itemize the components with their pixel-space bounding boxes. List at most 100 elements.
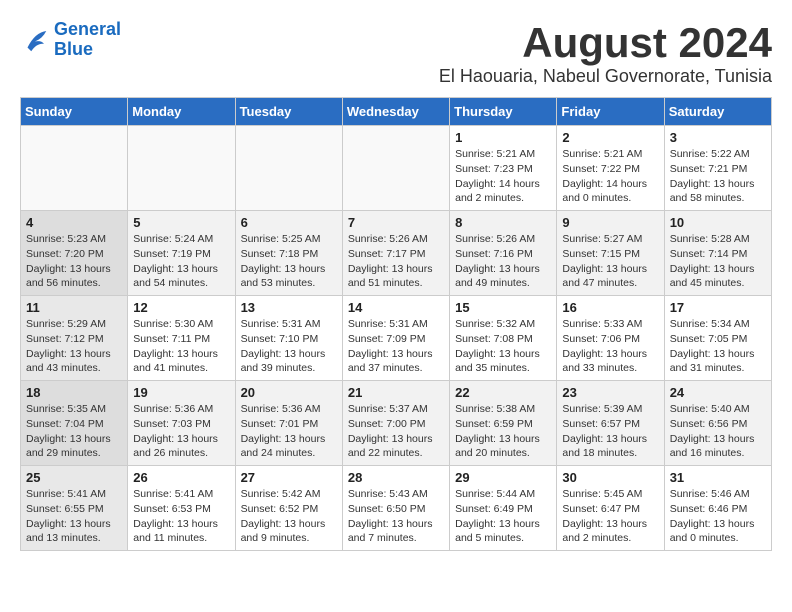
day-number: 26 (133, 470, 229, 485)
calendar-day-cell: 7 Sunrise: 5:26 AM Sunset: 7:17 PM Daylig… (342, 211, 449, 296)
day-content: Sunrise: 5:43 AM Sunset: 6:50 PM Dayligh… (348, 487, 444, 546)
calendar-day-header: Sunday (21, 98, 128, 126)
day-number: 30 (562, 470, 658, 485)
day-content: Sunrise: 5:46 AM Sunset: 6:46 PM Dayligh… (670, 487, 766, 546)
day-number: 15 (455, 300, 551, 315)
day-content: Sunrise: 5:26 AM Sunset: 7:17 PM Dayligh… (348, 232, 444, 291)
day-content: Sunrise: 5:39 AM Sunset: 6:57 PM Dayligh… (562, 402, 658, 461)
calendar-day-cell: 31 Sunrise: 5:46 AM Sunset: 6:46 PM Dayli… (664, 466, 771, 551)
day-content: Sunrise: 5:42 AM Sunset: 6:52 PM Dayligh… (241, 487, 337, 546)
calendar-header-row: SundayMondayTuesdayWednesdayThursdayFrid… (21, 98, 772, 126)
day-number: 20 (241, 385, 337, 400)
day-content: Sunrise: 5:36 AM Sunset: 7:03 PM Dayligh… (133, 402, 229, 461)
day-content: Sunrise: 5:33 AM Sunset: 7:06 PM Dayligh… (562, 317, 658, 376)
subtitle: El Haouaria, Nabeul Governorate, Tunisia (439, 66, 772, 87)
calendar-day-cell: 22 Sunrise: 5:38 AM Sunset: 6:59 PM Dayli… (450, 381, 557, 466)
day-number: 21 (348, 385, 444, 400)
day-content: Sunrise: 5:37 AM Sunset: 7:00 PM Dayligh… (348, 402, 444, 461)
day-number: 27 (241, 470, 337, 485)
day-number: 6 (241, 215, 337, 230)
day-number: 13 (241, 300, 337, 315)
calendar-day-cell: 28 Sunrise: 5:43 AM Sunset: 6:50 PM Dayli… (342, 466, 449, 551)
day-content: Sunrise: 5:34 AM Sunset: 7:05 PM Dayligh… (670, 317, 766, 376)
calendar-day-cell: 11 Sunrise: 5:29 AM Sunset: 7:12 PM Dayli… (21, 296, 128, 381)
calendar-day-cell (235, 126, 342, 211)
day-number: 31 (670, 470, 766, 485)
calendar-day-cell: 9Sunrise: 5:27 AM Sunset: 7:15 PM Daylig… (557, 211, 664, 296)
day-content: Sunrise: 5:27 AM Sunset: 7:15 PM Dayligh… (562, 232, 658, 291)
day-content: Sunrise: 5:40 AM Sunset: 6:56 PM Dayligh… (670, 402, 766, 461)
day-number: 24 (670, 385, 766, 400)
day-content: Sunrise: 5:44 AM Sunset: 6:49 PM Dayligh… (455, 487, 551, 546)
title-block: August 2024 El Haouaria, Nabeul Governor… (439, 20, 772, 87)
main-title: August 2024 (439, 20, 772, 66)
calendar-day-cell: 30 Sunrise: 5:45 AM Sunset: 6:47 PM Dayli… (557, 466, 664, 551)
day-number: 28 (348, 470, 444, 485)
day-content: Sunrise: 5:41 AM Sunset: 6:55 PM Dayligh… (26, 487, 122, 546)
day-number: 14 (348, 300, 444, 315)
calendar-day-cell: 23 Sunrise: 5:39 AM Sunset: 6:57 PM Dayli… (557, 381, 664, 466)
calendar-day-cell: 18 Sunrise: 5:35 AM Sunset: 7:04 PM Dayli… (21, 381, 128, 466)
calendar-day-cell: 15Sunrise: 5:32 AM Sunset: 7:08 PM Dayli… (450, 296, 557, 381)
day-content: Sunrise: 5:30 AM Sunset: 7:11 PM Dayligh… (133, 317, 229, 376)
calendar-day-cell: 6Sunrise: 5:25 AM Sunset: 7:18 PM Daylig… (235, 211, 342, 296)
day-number: 7 (348, 215, 444, 230)
day-content: Sunrise: 5:26 AM Sunset: 7:16 PM Dayligh… (455, 232, 551, 291)
day-number: 25 (26, 470, 122, 485)
calendar-day-cell: 27 Sunrise: 5:42 AM Sunset: 6:52 PM Dayli… (235, 466, 342, 551)
day-number: 4 (26, 215, 122, 230)
logo-text: General Blue (54, 20, 121, 60)
calendar-day-cell: 12 Sunrise: 5:30 AM Sunset: 7:11 PM Dayli… (128, 296, 235, 381)
calendar-day-header: Friday (557, 98, 664, 126)
day-number: 22 (455, 385, 551, 400)
calendar-day-cell: 21 Sunrise: 5:37 AM Sunset: 7:00 PM Dayli… (342, 381, 449, 466)
day-number: 19 (133, 385, 229, 400)
logo: General Blue (20, 20, 121, 60)
day-number: 10 (670, 215, 766, 230)
calendar-week-row: 4 Sunrise: 5:23 AM Sunset: 7:20 PM Daylig… (21, 211, 772, 296)
day-content: Sunrise: 5:41 AM Sunset: 6:53 PM Dayligh… (133, 487, 229, 546)
calendar-day-cell (342, 126, 449, 211)
day-content: Sunrise: 5:24 AM Sunset: 7:19 PM Dayligh… (133, 232, 229, 291)
day-number: 2 (562, 130, 658, 145)
calendar-day-cell: 26 Sunrise: 5:41 AM Sunset: 6:53 PM Dayli… (128, 466, 235, 551)
page-header: General Blue August 2024 El Haouaria, Na… (20, 20, 772, 87)
day-number: 18 (26, 385, 122, 400)
day-content: Sunrise: 5:21 AM Sunset: 7:23 PM Dayligh… (455, 147, 551, 206)
calendar-day-cell: 19 Sunrise: 5:36 AM Sunset: 7:03 PM Dayli… (128, 381, 235, 466)
day-content: Sunrise: 5:28 AM Sunset: 7:14 PM Dayligh… (670, 232, 766, 291)
day-content: Sunrise: 5:35 AM Sunset: 7:04 PM Dayligh… (26, 402, 122, 461)
calendar-day-cell (21, 126, 128, 211)
calendar-day-cell: 17 Sunrise: 5:34 AM Sunset: 7:05 PM Dayli… (664, 296, 771, 381)
day-number: 5 (133, 215, 229, 230)
calendar-day-cell: 20Sunrise: 5:36 AM Sunset: 7:01 PM Dayli… (235, 381, 342, 466)
calendar-day-cell: 3Sunrise: 5:22 AM Sunset: 7:21 PM Daylig… (664, 126, 771, 211)
calendar-week-row: 25 Sunrise: 5:41 AM Sunset: 6:55 PM Dayli… (21, 466, 772, 551)
day-content: Sunrise: 5:45 AM Sunset: 6:47 PM Dayligh… (562, 487, 658, 546)
day-number: 16 (562, 300, 658, 315)
calendar-day-header: Tuesday (235, 98, 342, 126)
calendar-day-cell: 13Sunrise: 5:31 AM Sunset: 7:10 PM Dayli… (235, 296, 342, 381)
day-content: Sunrise: 5:29 AM Sunset: 7:12 PM Dayligh… (26, 317, 122, 376)
calendar-table: SundayMondayTuesdayWednesdayThursdayFrid… (20, 97, 772, 551)
calendar-day-cell (128, 126, 235, 211)
calendar-day-header: Monday (128, 98, 235, 126)
calendar-day-cell: 16 Sunrise: 5:33 AM Sunset: 7:06 PM Dayli… (557, 296, 664, 381)
day-number: 12 (133, 300, 229, 315)
calendar-day-cell: 24 Sunrise: 5:40 AM Sunset: 6:56 PM Dayli… (664, 381, 771, 466)
calendar-day-cell: 5 Sunrise: 5:24 AM Sunset: 7:19 PM Daylig… (128, 211, 235, 296)
day-content: Sunrise: 5:31 AM Sunset: 7:09 PM Dayligh… (348, 317, 444, 376)
calendar-day-cell: 14 Sunrise: 5:31 AM Sunset: 7:09 PM Dayli… (342, 296, 449, 381)
day-number: 29 (455, 470, 551, 485)
calendar-week-row: 1Sunrise: 5:21 AM Sunset: 7:23 PM Daylig… (21, 126, 772, 211)
day-content: Sunrise: 5:23 AM Sunset: 7:20 PM Dayligh… (26, 232, 122, 291)
day-number: 11 (26, 300, 122, 315)
day-number: 17 (670, 300, 766, 315)
day-content: Sunrise: 5:21 AM Sunset: 7:22 PM Dayligh… (562, 147, 658, 206)
day-number: 23 (562, 385, 658, 400)
calendar-day-header: Saturday (664, 98, 771, 126)
calendar-week-row: 18 Sunrise: 5:35 AM Sunset: 7:04 PM Dayli… (21, 381, 772, 466)
calendar-day-cell: 2 Sunrise: 5:21 AM Sunset: 7:22 PM Daylig… (557, 126, 664, 211)
day-content: Sunrise: 5:38 AM Sunset: 6:59 PM Dayligh… (455, 402, 551, 461)
calendar-day-cell: 25 Sunrise: 5:41 AM Sunset: 6:55 PM Dayli… (21, 466, 128, 551)
